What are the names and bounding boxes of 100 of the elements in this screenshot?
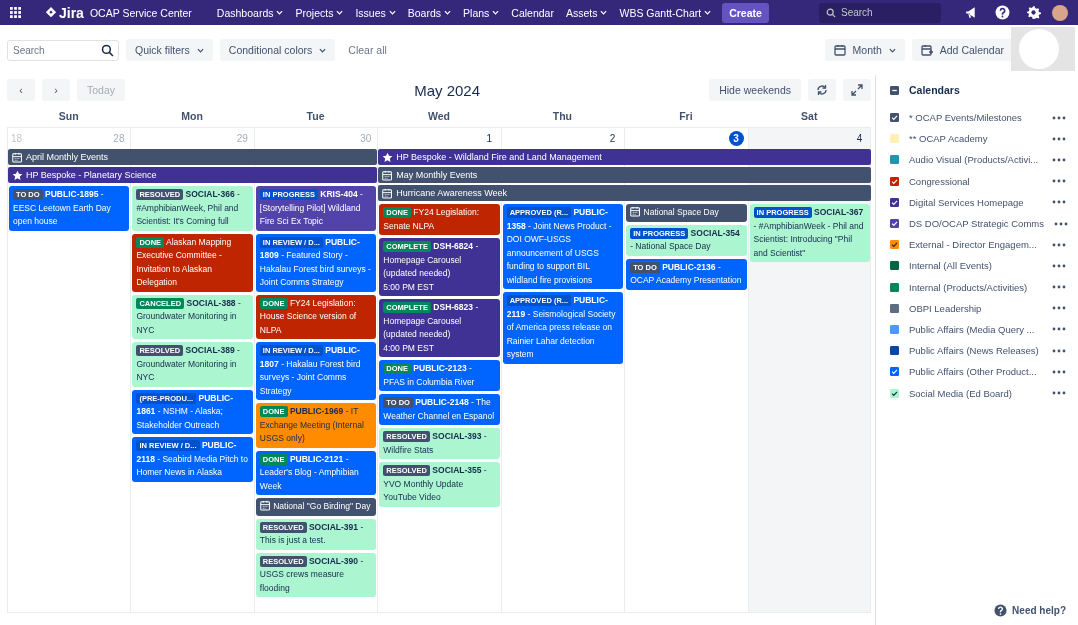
more-icon[interactable] bbox=[1052, 136, 1066, 141]
calendar-checkbox[interactable] bbox=[890, 303, 899, 313]
nav-menu[interactable]: Dashboards bbox=[211, 4, 289, 21]
calendar-name[interactable]: DS DO/OCAP Strategic Comms bbox=[909, 218, 1044, 230]
calendar-checkbox[interactable] bbox=[890, 219, 899, 229]
create-button[interactable]: Create bbox=[722, 2, 769, 23]
calendar-checkbox[interactable] bbox=[890, 240, 899, 250]
more-icon[interactable] bbox=[1052, 115, 1066, 120]
calendar-checkbox[interactable] bbox=[890, 134, 899, 144]
nav-menu[interactable]: WBS Gantt-Chart bbox=[614, 4, 717, 21]
caret-icon bbox=[336, 10, 344, 15]
site-name[interactable]: OCAP Service Center bbox=[89, 6, 192, 19]
add-calendar-button[interactable]: Add Calendar bbox=[911, 39, 1013, 61]
week-number: 18 bbox=[11, 132, 23, 144]
weekday-label: Mon bbox=[180, 110, 204, 122]
caret-icon bbox=[276, 10, 284, 15]
calendar-checkbox[interactable] bbox=[890, 197, 899, 207]
expand-icon bbox=[851, 84, 863, 96]
calendar-name[interactable]: Public Affairs (News Releases) bbox=[909, 345, 1042, 357]
app-switcher-icon[interactable] bbox=[10, 7, 21, 18]
caret-icon bbox=[888, 47, 896, 53]
more-icon[interactable] bbox=[1052, 327, 1066, 332]
more-icon[interactable] bbox=[1052, 242, 1066, 247]
more-icon[interactable] bbox=[1052, 157, 1066, 162]
calendar-name[interactable]: Internal (Products/Activities) bbox=[909, 281, 1042, 293]
more-icon[interactable] bbox=[1052, 263, 1066, 268]
calendar-name[interactable]: OBPI Leadership bbox=[909, 302, 1042, 314]
calendar-checkbox[interactable] bbox=[890, 155, 899, 165]
help-icon[interactable] bbox=[995, 5, 1010, 20]
more-icon[interactable] bbox=[1052, 285, 1066, 290]
filter-dropdown[interactable]: Conditional colors bbox=[219, 39, 336, 61]
weekday-label: Sat bbox=[800, 110, 819, 122]
more-icon[interactable] bbox=[1053, 221, 1068, 226]
multi-day-event[interactable]: HP Bespoke - Planetary Science bbox=[8, 167, 378, 183]
more-icon[interactable] bbox=[1052, 391, 1066, 396]
calendar-name[interactable]: Social Media (Ed Board) bbox=[909, 387, 1042, 399]
view-dropdown[interactable]: Month bbox=[824, 39, 905, 61]
event-card[interactable]: National Space Day bbox=[626, 204, 747, 222]
calendar-checkbox[interactable] bbox=[890, 261, 899, 271]
calendar-name[interactable]: ** OCAP Academy bbox=[909, 133, 1042, 145]
multi-day-event[interactable]: HP Bespoke - Wildland Fire and Land Management bbox=[378, 149, 871, 165]
nav-menu[interactable]: Plans bbox=[458, 4, 505, 21]
calendar-name[interactable]: Public Affairs (Other Product... bbox=[909, 366, 1042, 378]
calendar-name[interactable]: Congressional bbox=[909, 175, 1042, 187]
date-number: 28 bbox=[112, 131, 126, 146]
calendar-name[interactable]: Public Affairs (Media Query ... bbox=[909, 323, 1042, 335]
filter-dropdown[interactable]: Quick filters bbox=[126, 39, 213, 61]
more-icon[interactable] bbox=[1052, 348, 1066, 353]
multi-day-event[interactable]: May Monthly Events bbox=[378, 167, 871, 183]
more-icon[interactable] bbox=[1052, 179, 1066, 184]
calendar-checkbox[interactable] bbox=[890, 176, 899, 186]
avatar-placeholder bbox=[1011, 27, 1075, 71]
previous-button[interactable]: ‹ bbox=[7, 79, 35, 101]
weekday-label: Sun bbox=[57, 110, 80, 122]
calendar-checkbox[interactable] bbox=[890, 282, 899, 292]
star-icon bbox=[12, 169, 23, 181]
star-icon bbox=[382, 151, 394, 163]
multi-day-event[interactable]: Hurricane Awareness Week bbox=[378, 185, 871, 201]
collapse-icon[interactable] bbox=[890, 85, 899, 95]
event-card[interactable]: National "Go Birding" Day bbox=[255, 498, 377, 516]
calendar-icon bbox=[382, 169, 394, 181]
nav-menu[interactable]: Projects bbox=[290, 4, 349, 21]
calendar-checkbox[interactable] bbox=[890, 367, 899, 377]
product-name[interactable]: Jira bbox=[59, 4, 84, 21]
date-number: 30 bbox=[359, 131, 373, 146]
calendar-checkbox[interactable] bbox=[890, 388, 899, 398]
caret-icon bbox=[444, 10, 452, 15]
search-field[interactable]: Search bbox=[819, 2, 941, 23]
nav-menu[interactable]: Boards bbox=[402, 4, 457, 21]
clear-all-link[interactable]: Clear all bbox=[348, 44, 387, 56]
calendar-name[interactable]: Audio Visual (Products/Activi... bbox=[909, 154, 1042, 166]
hide-weekends-button[interactable]: Hide weekends bbox=[709, 79, 801, 101]
calendar-checkbox[interactable] bbox=[890, 113, 899, 123]
avatar[interactable] bbox=[1052, 4, 1068, 21]
date-number: 1 bbox=[485, 131, 493, 146]
nav-menu[interactable]: Issues bbox=[350, 4, 401, 21]
refresh-icon bbox=[816, 84, 828, 96]
multi-day-event[interactable]: April Monthly Events bbox=[8, 149, 378, 165]
caret-icon bbox=[388, 10, 396, 15]
calendar-name[interactable]: Internal (All Events) bbox=[909, 260, 1042, 272]
more-icon[interactable] bbox=[1052, 306, 1066, 311]
search-icon bbox=[101, 43, 114, 57]
search-field[interactable]: Search bbox=[7, 39, 119, 61]
next-button[interactable]: › bbox=[42, 79, 70, 101]
calendar-checkbox[interactable] bbox=[890, 324, 899, 334]
help-icon[interactable] bbox=[994, 603, 1008, 617]
calendar-name[interactable]: * OCAP Events/Milestones bbox=[909, 112, 1042, 124]
more-icon[interactable] bbox=[1052, 200, 1066, 205]
calendar-name[interactable]: External - Director Engagem... bbox=[909, 239, 1042, 251]
calendar-checkbox[interactable] bbox=[890, 346, 899, 356]
help-link[interactable]: Need help? bbox=[1012, 604, 1066, 616]
nav-menu[interactable]: Calendar bbox=[506, 4, 559, 21]
fullscreen-button[interactable] bbox=[843, 79, 871, 101]
calendar-icon bbox=[630, 206, 642, 217]
calendar-name[interactable]: Digital Services Homepage bbox=[909, 196, 1042, 208]
settings-icon[interactable] bbox=[1026, 5, 1041, 20]
refresh-button[interactable] bbox=[808, 79, 836, 101]
nav-menu[interactable]: Assets bbox=[560, 4, 613, 21]
more-icon[interactable] bbox=[1052, 369, 1066, 374]
calendar-icon bbox=[259, 500, 271, 511]
